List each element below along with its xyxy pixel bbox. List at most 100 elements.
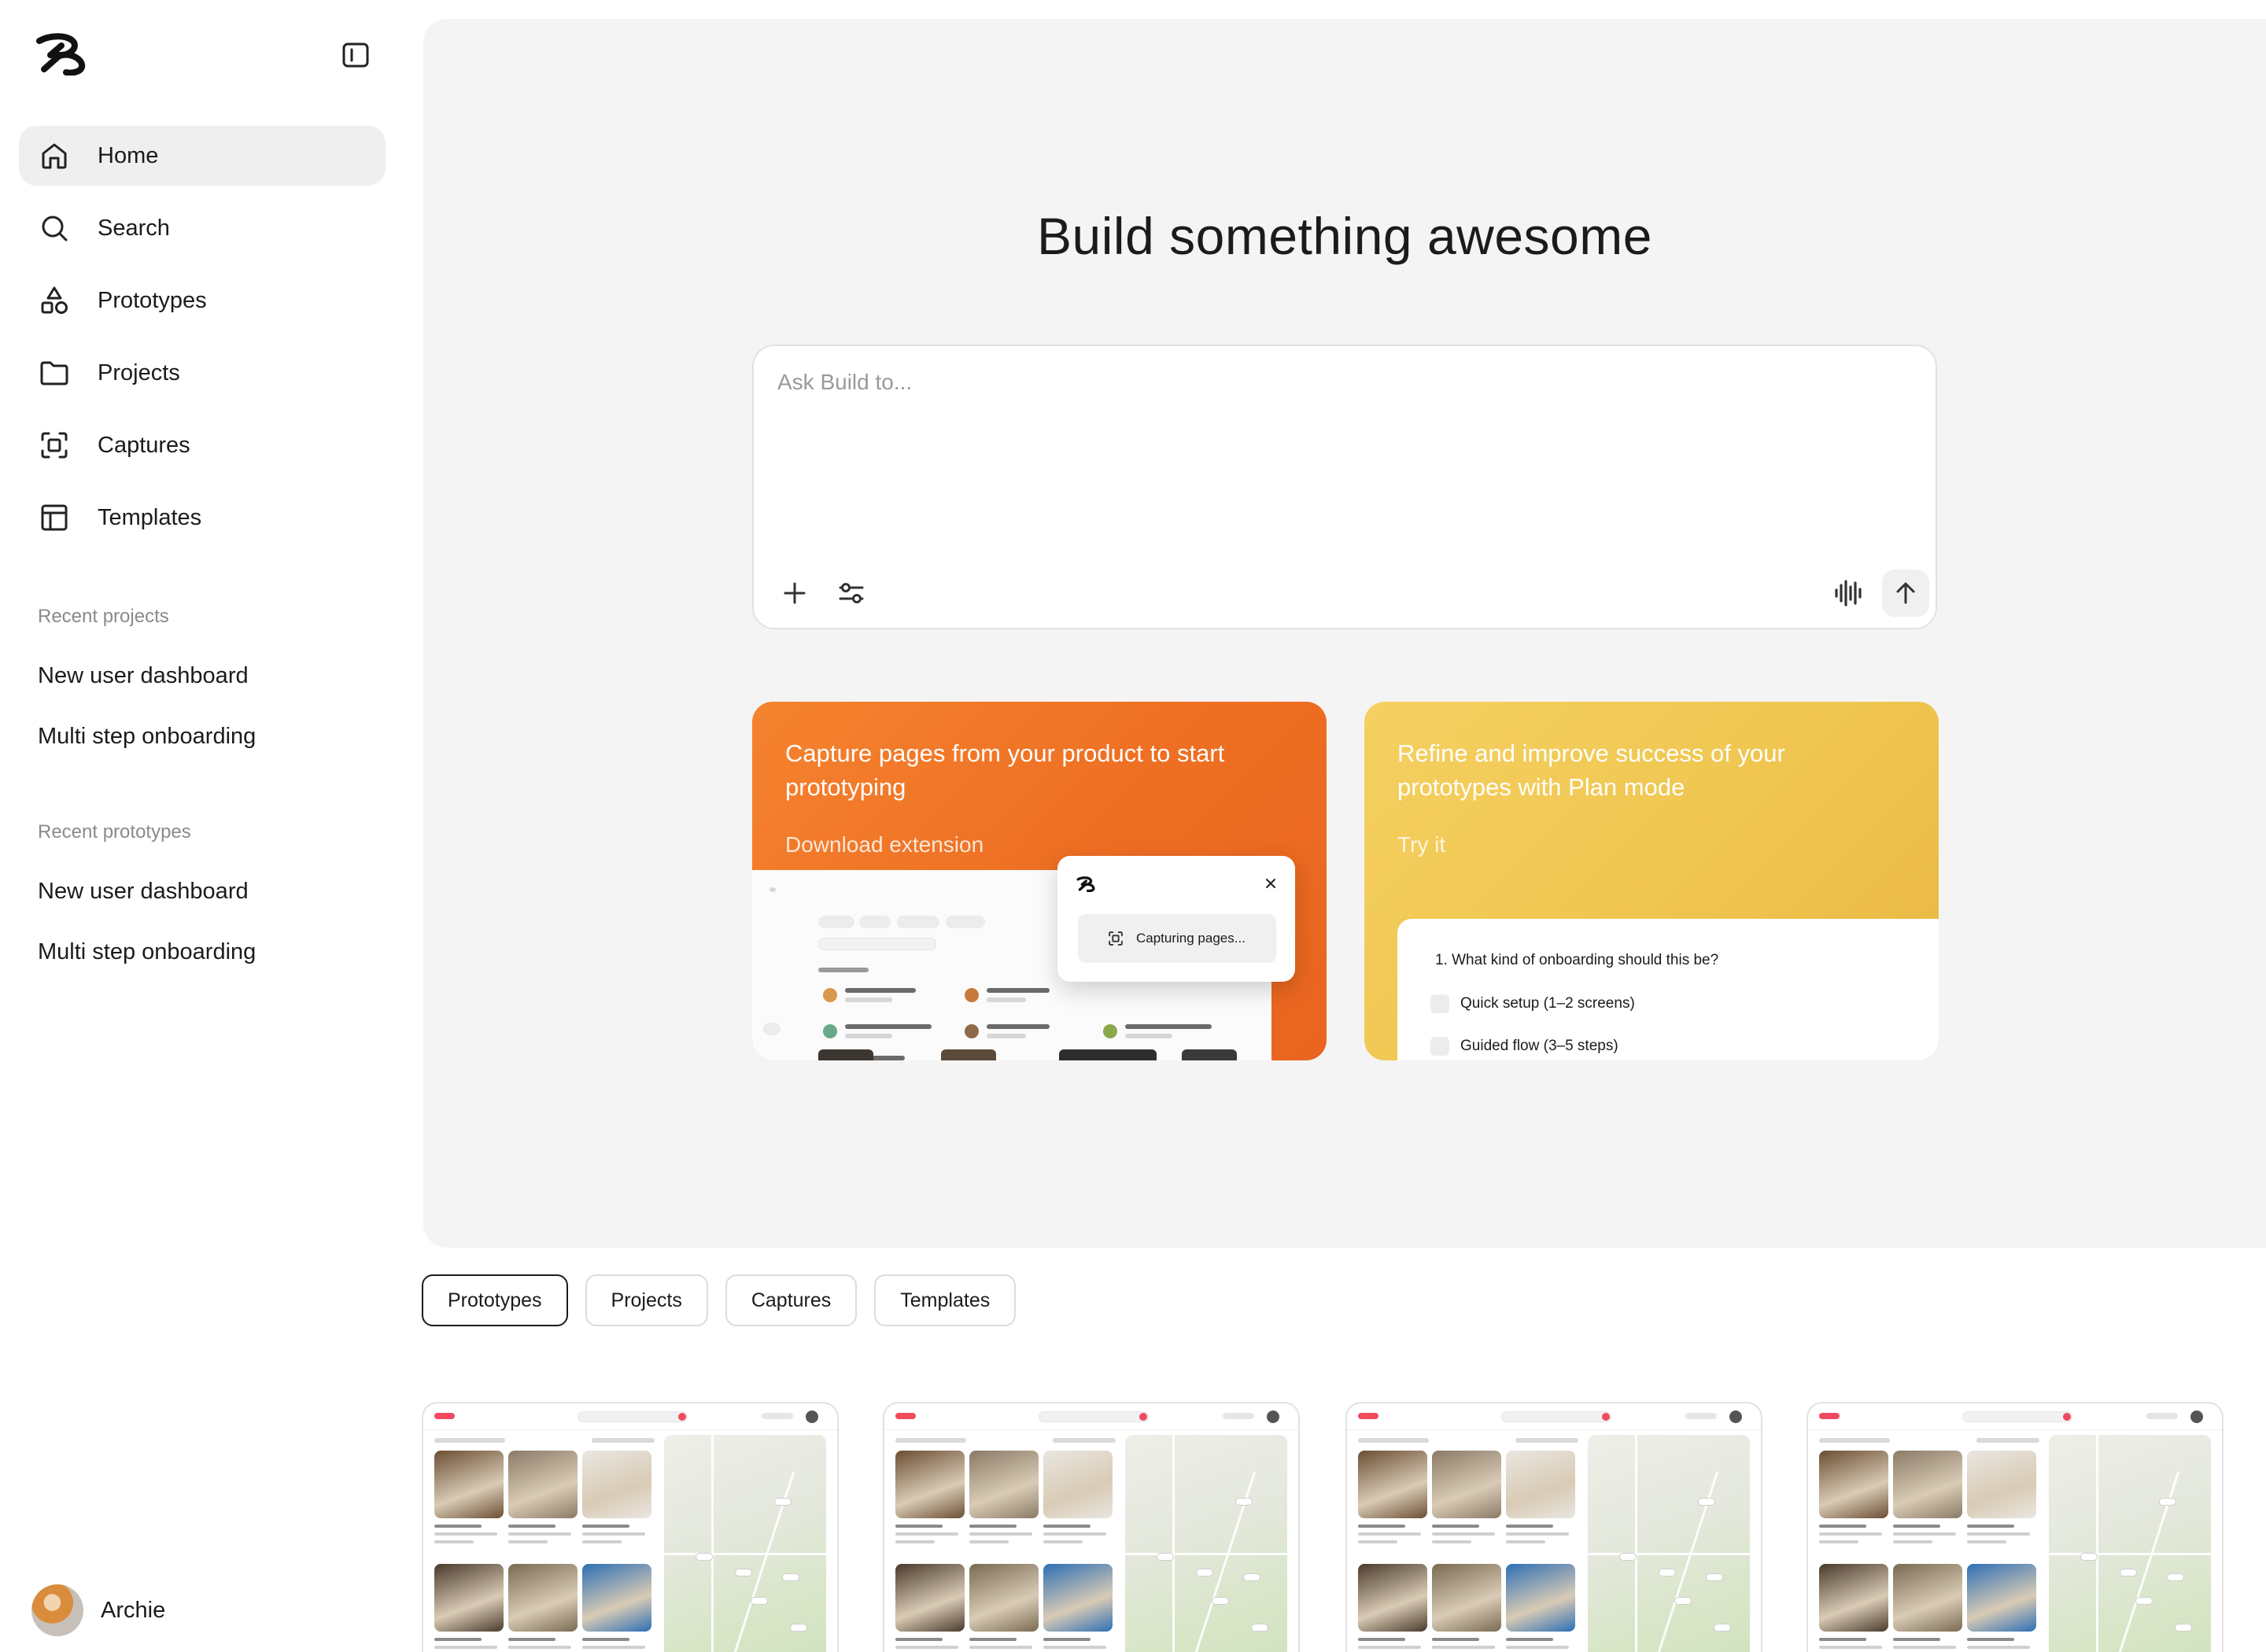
folder-icon <box>38 356 71 389</box>
preview-price-note <box>1515 1438 1578 1443</box>
add-attachment-button[interactable] <box>771 570 818 617</box>
preview-logo <box>1358 1413 1378 1419</box>
tab-prototypes[interactable]: Prototypes <box>422 1274 568 1326</box>
preview-subtitle <box>895 1438 966 1443</box>
listing-desc <box>1967 1646 2030 1649</box>
listing-desc <box>1893 1532 1956 1536</box>
listing-date <box>1043 1540 1083 1543</box>
map-price-pin <box>2159 1498 2176 1506</box>
plan-option-label: Quick setup (1–2 screens) <box>1460 995 1635 1012</box>
nav-item-prototypes[interactable]: Prototypes <box>19 271 386 330</box>
listing-photo <box>1043 1451 1113 1518</box>
listing-desc <box>1506 1532 1569 1536</box>
listing-title <box>1819 1525 1866 1528</box>
waveform-icon <box>1835 580 1862 607</box>
nav-label: Prototypes <box>98 287 207 313</box>
plan-option-label: Guided flow (3–5 steps) <box>1460 1038 1618 1054</box>
recent-prototype-item[interactable]: Multi step onboarding <box>38 939 256 965</box>
plan-card-title: Refine and improve success of your proto… <box>1397 739 1785 801</box>
sidebar: Home Search Prototypes Projects Captures <box>0 0 409 1652</box>
plan-option: Quick setup (1–2 screens) <box>1430 994 1635 1013</box>
listing-photo <box>1506 1451 1575 1518</box>
prototype-card[interactable] <box>1807 1402 2224 1652</box>
recent-project-item[interactable]: New user dashboard <box>38 663 249 689</box>
main-nav: Home Search Prototypes Projects Captures <box>19 126 386 560</box>
prompt-settings-button[interactable] <box>828 570 875 617</box>
preview-avatar <box>1267 1410 1279 1423</box>
map-price-pin <box>1235 1498 1253 1506</box>
listing-photo <box>969 1564 1039 1632</box>
preview-search <box>1962 1411 2072 1422</box>
preview-search-icon <box>1139 1413 1147 1421</box>
preview-price-note <box>592 1438 655 1443</box>
listing-title <box>969 1525 1017 1528</box>
preview-menu <box>1223 1413 1254 1419</box>
capture-icon <box>1109 931 1123 946</box>
preview-map <box>664 1435 826 1652</box>
app-logo-icon[interactable] <box>35 33 87 76</box>
page-title: Build something awesome <box>1037 207 1652 265</box>
listing-title <box>1043 1525 1091 1528</box>
prototype-card[interactable] <box>883 1402 1300 1652</box>
listing-desc <box>1893 1646 1956 1649</box>
arrow-up-icon <box>1896 582 1915 604</box>
map-road <box>1172 1435 1175 1652</box>
try-it-link[interactable]: Try it <box>1397 832 1445 857</box>
map-road <box>1635 1435 1637 1652</box>
recent-prototype-item[interactable]: New user dashboard <box>38 879 249 905</box>
prototype-card[interactable] <box>1345 1402 1762 1652</box>
listing-title <box>969 1638 1017 1641</box>
send-button[interactable] <box>1882 570 1929 617</box>
listing-title <box>1358 1638 1405 1641</box>
voice-input-button[interactable] <box>1825 570 1873 617</box>
map-price-pin <box>696 1553 713 1561</box>
preview-subtitle <box>434 1438 505 1443</box>
nav-item-captures[interactable]: Captures <box>19 415 386 475</box>
plan-mode-promo-card[interactable]: Refine and improve success of your proto… <box>1364 702 1939 1060</box>
preview-subtitle <box>1358 1438 1429 1443</box>
listing-desc <box>895 1646 958 1649</box>
map-road <box>664 1553 826 1555</box>
prototype-card[interactable] <box>422 1402 839 1652</box>
nav-item-search[interactable]: Search <box>19 198 386 258</box>
plan-question: 1. What kind of onboarding should this b… <box>1435 952 1719 968</box>
listing-photo <box>1432 1451 1501 1518</box>
preview-map <box>1125 1435 1287 1652</box>
nav-item-templates[interactable]: Templates <box>19 488 386 548</box>
checkbox-icon <box>1430 1037 1449 1056</box>
listing-date <box>1358 1540 1397 1543</box>
tab-projects[interactable]: Projects <box>585 1274 708 1326</box>
nav-item-projects[interactable]: Projects <box>19 343 386 403</box>
prompt-input[interactable] <box>777 370 1879 395</box>
map-price-pin <box>782 1573 799 1581</box>
map-price-pin <box>1714 1624 1731 1632</box>
listing-title <box>1506 1525 1553 1528</box>
recent-project-item[interactable]: Multi step onboarding <box>38 724 256 750</box>
capture-promo-card[interactable]: Capture pages from your product to start… <box>752 702 1327 1060</box>
map-price-pin <box>2175 1624 2192 1632</box>
map-road <box>1588 1553 1750 1555</box>
listing-photo <box>1893 1451 1962 1518</box>
listing-title <box>582 1638 629 1641</box>
preview-header <box>1808 1403 2222 1430</box>
listing-photo <box>969 1451 1039 1518</box>
sidebar-toggle-icon[interactable] <box>338 38 373 72</box>
nav-item-home[interactable]: Home <box>19 126 386 186</box>
tab-captures[interactable]: Captures <box>725 1274 858 1326</box>
download-extension-link[interactable]: Download extension <box>785 832 984 857</box>
map-price-pin <box>2167 1573 2184 1581</box>
recent-prototypes-heading: Recent prototypes <box>38 821 191 843</box>
plus-icon <box>784 582 806 604</box>
listing-desc <box>508 1646 571 1649</box>
search-icon <box>38 212 71 245</box>
nav-label: Home <box>98 142 159 168</box>
map-price-pin <box>2120 1569 2137 1576</box>
preview-menu <box>2146 1413 2178 1419</box>
map-price-pin <box>2135 1597 2153 1605</box>
preview-price-note <box>1053 1438 1116 1443</box>
tab-templates[interactable]: Templates <box>874 1274 1017 1326</box>
nav-label: Projects <box>98 360 180 385</box>
listing-title <box>434 1638 482 1641</box>
user-profile[interactable]: Archie <box>31 1584 165 1636</box>
listing-title <box>1893 1638 1940 1641</box>
